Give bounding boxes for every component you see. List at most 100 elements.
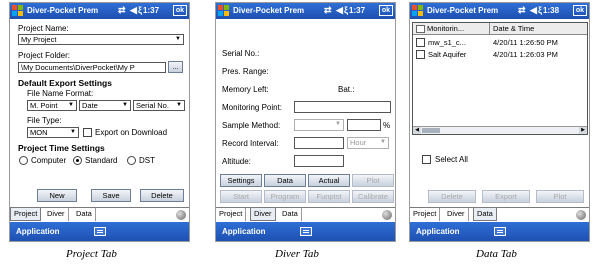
radio-standard[interactable]: [73, 156, 82, 165]
app-title: Diver-Pocket Prem: [233, 6, 305, 15]
settings-button[interactable]: Settings: [220, 174, 262, 187]
chevron-down-icon: ▼: [175, 36, 181, 42]
tab-project[interactable]: Project: [10, 208, 42, 221]
status-bar: Diver-Pocket Prem ⇄ ◀ξ 1:37 ok: [10, 3, 189, 19]
plot-button[interactable]: Plot: [352, 174, 394, 187]
diver-data-list[interactable]: Monitorin... Date & Time mw_s1_c... 4/20…: [412, 22, 588, 135]
calibrate-button[interactable]: Calibrate: [352, 190, 394, 203]
start-button[interactable]: Start: [220, 190, 262, 203]
name-format-select-2[interactable]: Date ▼: [79, 100, 131, 111]
scroll-left-icon[interactable]: ◀: [413, 127, 421, 134]
connectivity-volume-icons[interactable]: ⇄ ◀ξ: [324, 5, 349, 16]
clock[interactable]: 1:37: [143, 6, 159, 15]
ok-button[interactable]: ok: [172, 5, 187, 16]
clock[interactable]: 1:38: [543, 6, 559, 15]
globe-icon[interactable]: [576, 210, 586, 220]
tab-project[interactable]: Project: [410, 208, 441, 221]
app-title: Diver-Pocket Prem: [427, 6, 499, 15]
caption-diver-tab: Diver Tab: [275, 248, 319, 260]
app-menu-bar: Application: [10, 222, 189, 241]
application-menu[interactable]: Application: [16, 227, 60, 236]
name-format-1-value: M. Point: [30, 101, 58, 110]
project-name-select[interactable]: My Project ▼: [18, 34, 184, 45]
globe-icon[interactable]: [382, 210, 392, 220]
interval-unit-select[interactable]: Hour ▼: [347, 137, 389, 149]
list-item[interactable]: mw_s1_c... 4/20/11 1:26:50 PM: [413, 37, 587, 48]
project-folder-input[interactable]: \My Documents\DiverPocket\My P: [18, 62, 166, 73]
windows-start-icon[interactable]: [12, 5, 24, 17]
delete-button[interactable]: Delete: [140, 189, 184, 202]
windows-start-icon[interactable]: [218, 5, 230, 17]
percent-label: %: [383, 121, 391, 130]
radio-standard-label: Standard: [85, 156, 118, 165]
chevron-down-icon: ▼: [335, 121, 341, 127]
tab-data[interactable]: Data: [73, 208, 96, 221]
tab-bar: Project Diver Data: [216, 207, 395, 221]
ok-button[interactable]: ok: [572, 5, 587, 16]
row-checkbox[interactable]: [416, 38, 425, 47]
chevron-down-icon: ▼: [70, 129, 76, 135]
data-button[interactable]: Data: [264, 174, 306, 187]
keyboard-icon[interactable]: [94, 227, 106, 236]
column-header-datetime[interactable]: Date & Time: [490, 23, 587, 35]
keyboard-icon[interactable]: [300, 227, 312, 236]
altitude-input[interactable]: [294, 155, 344, 167]
clock[interactable]: 1:37: [349, 6, 365, 15]
windows-start-icon[interactable]: [412, 5, 424, 17]
application-menu[interactable]: Application: [222, 227, 266, 236]
chevron-down-icon: ▼: [380, 139, 386, 145]
delete-button[interactable]: Delete: [428, 190, 476, 203]
name-format-select-1[interactable]: M. Point ▼: [27, 100, 77, 111]
scroll-thumb[interactable]: [422, 128, 440, 133]
plot-button[interactable]: Plot: [536, 190, 584, 203]
export-on-download-checkbox[interactable]: [83, 128, 92, 137]
chevron-down-icon: ▼: [68, 102, 74, 108]
funptst-button[interactable]: Funptst: [308, 190, 350, 203]
monitoring-point-input[interactable]: [294, 101, 391, 113]
file-type-select[interactable]: MON ▼: [27, 127, 79, 138]
name-format-2-value: Date: [82, 101, 98, 110]
export-button[interactable]: Export: [482, 190, 530, 203]
tab-diver[interactable]: Diver: [250, 208, 276, 221]
radio-dst-label: DST: [139, 156, 155, 165]
sample-percent-input[interactable]: [347, 119, 381, 131]
connectivity-volume-icons[interactable]: ⇄ ◀ξ: [118, 5, 143, 16]
radio-dst[interactable]: [127, 156, 136, 165]
pres-range-label: Pres. Range:: [222, 67, 269, 76]
tab-diver[interactable]: Diver: [444, 208, 469, 221]
keyboard-icon[interactable]: [494, 227, 506, 236]
tab-data[interactable]: Data: [473, 208, 497, 221]
program-button[interactable]: Program: [264, 190, 306, 203]
select-all-checkbox[interactable]: [422, 155, 431, 164]
project-name-label: Project Name:: [18, 24, 69, 33]
monitoring-point-label: Monitoring Point:: [222, 103, 283, 112]
name-format-select-3[interactable]: Serial No. ▼: [133, 100, 185, 111]
header-checkbox[interactable]: [416, 25, 425, 34]
record-interval-input[interactable]: [294, 137, 344, 149]
scroll-right-icon[interactable]: ▶: [579, 127, 587, 134]
column-header-monitoring[interactable]: Monitorin...: [413, 23, 490, 35]
list-item[interactable]: Salt Aquifer 4/20/11 1:26:03 PM: [413, 49, 587, 60]
application-menu[interactable]: Application: [416, 227, 460, 236]
battery-label: Bat.:: [338, 85, 355, 94]
record-interval-label: Record Interval:: [222, 139, 279, 148]
row-checkbox[interactable]: [416, 50, 425, 59]
actual-button[interactable]: Actual: [308, 174, 350, 187]
tab-bar: Project Diver Data: [410, 207, 589, 221]
tab-project[interactable]: Project: [216, 208, 247, 221]
sample-method-select[interactable]: ▼: [294, 119, 344, 131]
connectivity-volume-icons[interactable]: ⇄ ◀ξ: [518, 5, 543, 16]
tab-diver[interactable]: Diver: [44, 208, 69, 221]
radio-computer[interactable]: [19, 156, 28, 165]
app-menu-bar: Application: [216, 222, 395, 241]
save-button[interactable]: Save: [91, 189, 131, 202]
new-button[interactable]: New: [37, 189, 77, 202]
ok-button[interactable]: ok: [378, 5, 393, 16]
tab-data[interactable]: Data: [279, 208, 302, 221]
browse-folder-button[interactable]: ...: [168, 61, 183, 73]
horizontal-scrollbar[interactable]: ◀ ▶: [413, 126, 587, 134]
globe-icon[interactable]: [176, 210, 186, 220]
file-type-value: MON: [30, 128, 48, 137]
export-on-download-label: Export on Download: [95, 128, 168, 137]
caption-project-tab: Project Tab: [66, 248, 117, 260]
